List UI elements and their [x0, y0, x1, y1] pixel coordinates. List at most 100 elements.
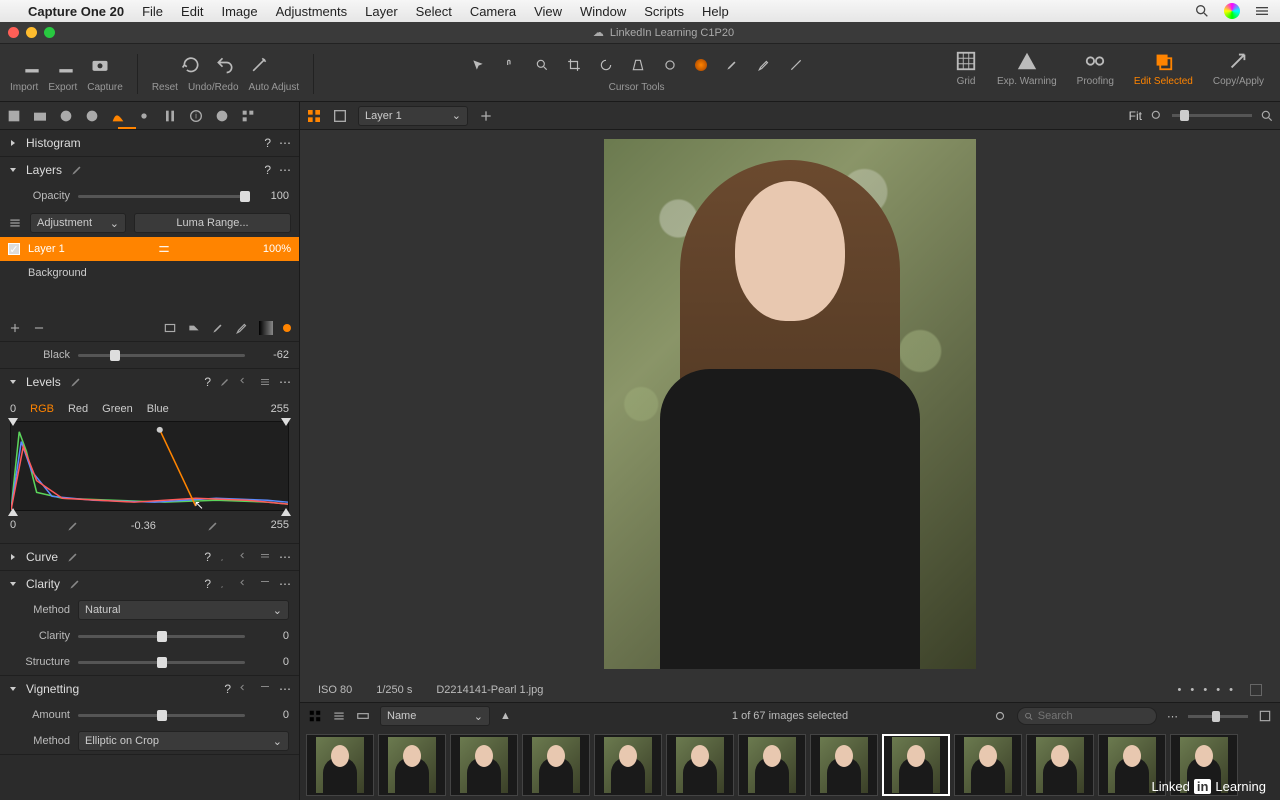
thumbnail[interactable] [594, 734, 662, 796]
layer-type-dropdown[interactable]: Adjustment⌄ [30, 213, 126, 233]
more-icon[interactable]: ⋯ [279, 136, 291, 150]
picker-icon[interactable] [219, 578, 231, 590]
add-layer-button[interactable] [8, 321, 22, 335]
layer-checkbox[interactable]: ✓ [8, 243, 20, 255]
menu-view[interactable]: View [534, 4, 562, 19]
undo-icon[interactable] [215, 55, 235, 75]
mask-erase-icon[interactable] [235, 321, 249, 335]
cursor-rotate-icon[interactable] [599, 58, 613, 72]
thumbnail[interactable] [450, 734, 518, 796]
mask-brush-icon[interactable] [211, 321, 225, 335]
view-grid-icon[interactable] [306, 108, 322, 124]
brush-icon[interactable] [70, 163, 84, 177]
tab-color-icon[interactable] [84, 108, 100, 124]
zoom-out-icon[interactable] [1150, 109, 1164, 123]
more-icon[interactable]: ⋯ [279, 163, 291, 177]
reset-icon[interactable] [181, 55, 201, 75]
mask-invert-icon[interactable] [187, 321, 201, 335]
maximize-window-button[interactable] [44, 27, 55, 38]
layer-selector[interactable]: Layer 1 ⌄ [358, 106, 468, 126]
thumbnail[interactable] [882, 734, 950, 796]
tab-details-icon[interactable] [136, 108, 152, 124]
cursor-zoom-icon[interactable] [535, 58, 549, 72]
clarity-method-dropdown[interactable]: Natural⌄ [78, 600, 289, 620]
levels-channel-green[interactable]: Green [102, 403, 133, 415]
levels-channel-red[interactable]: Red [68, 403, 88, 415]
help-icon[interactable]: ? [204, 577, 211, 591]
cursor-brush-icon[interactable] [725, 58, 739, 72]
grid-button[interactable]: Grid [949, 50, 983, 87]
luma-range-button[interactable]: Luma Range... [134, 213, 291, 233]
siri-icon[interactable] [1224, 3, 1240, 19]
cursor-color-icon[interactable] [695, 59, 707, 71]
search-box[interactable] [1017, 707, 1157, 725]
spotlight-icon[interactable] [1194, 3, 1210, 19]
sort-asc-icon[interactable]: ▲ [500, 710, 511, 722]
more-icon[interactable]: ⋯ [1167, 710, 1178, 723]
layer-item[interactable]: ✓ Layer 1 100% [0, 237, 299, 261]
vignetting-method-dropdown[interactable]: Elliptic on Crop⌄ [78, 731, 289, 751]
tab-capture-icon[interactable] [32, 108, 48, 124]
tab-batch-icon[interactable] [240, 108, 256, 124]
cursor-eraser-icon[interactable] [757, 58, 771, 72]
menu-file[interactable]: File [142, 4, 163, 19]
more-icon[interactable]: ⋯ [279, 577, 291, 591]
black-slider[interactable] [78, 354, 245, 357]
menu-edit[interactable]: Edit [181, 4, 203, 19]
levels-output-high-handle[interactable] [8, 418, 18, 426]
menu-adjustments[interactable]: Adjustments [276, 4, 348, 19]
more-icon[interactable]: ⋯ [279, 682, 291, 696]
cursor-keystone-icon[interactable] [631, 58, 645, 72]
mask-gradient-icon[interactable] [259, 321, 273, 335]
more-icon[interactable]: ⋯ [279, 550, 291, 564]
levels-highlight-handle[interactable] [281, 508, 291, 516]
clarity-header[interactable]: Clarity ?⋯ [0, 571, 299, 597]
thumbnail[interactable] [378, 734, 446, 796]
undo-icon[interactable] [239, 376, 251, 388]
thumbnail[interactable] [306, 734, 374, 796]
cursor-gradient-icon[interactable] [789, 58, 803, 72]
histogram-header[interactable]: Histogram ?⋯ [0, 130, 299, 156]
menu-scripts[interactable]: Scripts [644, 4, 684, 19]
thumbnail[interactable] [738, 734, 806, 796]
capture-icon[interactable] [90, 55, 110, 75]
auto-adjust-icon[interactable] [249, 55, 269, 75]
viewer-canvas[interactable] [300, 130, 1280, 678]
undo-icon[interactable] [239, 578, 251, 590]
undo-icon[interactable] [239, 551, 251, 563]
levels-shadow-handle[interactable] [8, 508, 18, 516]
copy-apply-button[interactable]: Copy/Apply [1207, 50, 1270, 87]
edit-selected-button[interactable]: Edit Selected [1128, 50, 1199, 87]
more-icon[interactable]: ⋯ [279, 375, 291, 389]
levels-output-low-handle[interactable] [281, 418, 291, 426]
opacity-slider[interactable] [78, 195, 245, 198]
thumbnail[interactable] [810, 734, 878, 796]
levels-histogram[interactable]: ↖ [10, 421, 289, 511]
levels-highlight-value[interactable]: 255 [271, 519, 289, 533]
levels-channel-rgb[interactable]: RGB [30, 403, 54, 415]
color-tag[interactable] [1250, 684, 1262, 696]
tab-exposure-icon[interactable] [110, 108, 126, 124]
zoom-in-icon[interactable] [1260, 109, 1274, 123]
thumbnail[interactable] [954, 734, 1022, 796]
clarity-slider[interactable] [78, 635, 245, 638]
control-center-icon[interactable] [1254, 3, 1270, 19]
cursor-hand-icon[interactable] [503, 58, 517, 72]
cursor-spot-icon[interactable] [663, 58, 677, 72]
mask-rect-icon[interactable] [163, 321, 177, 335]
close-window-button[interactable] [8, 27, 19, 38]
thumb-large-icon[interactable] [1258, 709, 1272, 723]
cursor-crop-icon[interactable] [567, 58, 581, 72]
brush-icon[interactable] [68, 577, 82, 591]
thumbnail-strip[interactable] [300, 729, 1280, 800]
menu-icon[interactable] [259, 578, 271, 590]
brush-icon[interactable] [66, 550, 80, 564]
picker-icon[interactable] [219, 551, 231, 563]
picker-icon[interactable] [219, 376, 231, 388]
menu-icon[interactable] [259, 551, 271, 563]
undo-icon[interactable] [239, 683, 251, 695]
eyedropper-shadow-icon[interactable] [66, 519, 80, 533]
menu-image[interactable]: Image [221, 4, 257, 19]
remove-layer-button[interactable] [32, 321, 46, 335]
view-single-icon[interactable] [332, 108, 348, 124]
